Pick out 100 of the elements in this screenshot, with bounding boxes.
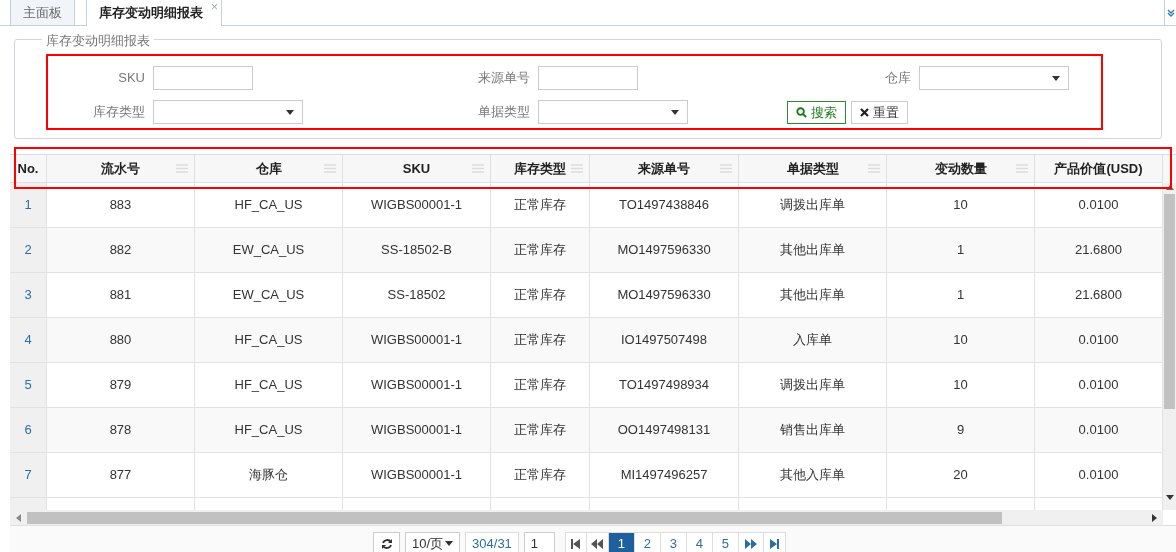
- page-button[interactable]: 2: [633, 533, 660, 552]
- refresh-icon: [380, 537, 393, 550]
- table-row[interactable]: 1 883 HF_CA_US WIGBS00001-1 正常库存 TO1497438846 调拨出库单 10 0.0100: [10, 183, 1163, 228]
- table-cell-text: 882: [109, 241, 132, 260]
- table-cell-text: 正常库存: [514, 376, 566, 395]
- field-label: 来源单号: [477, 69, 530, 88]
- table-cell-text: 881: [109, 286, 132, 305]
- table-cell-text: SS-18502-B: [381, 241, 452, 260]
- page-button[interactable]: 3: [659, 533, 686, 552]
- table-cell-text: 0.0100: [1078, 421, 1119, 440]
- table-row[interactable]: 3 881 EW_CA_US SS-18502 正常库存 MO1497596330 其他出库单 1 21.6800: [10, 273, 1163, 318]
- select-field[interactable]: [919, 66, 1069, 90]
- scroll-right-icon[interactable]: [1152, 513, 1157, 522]
- tab-scroll-button[interactable]: [1164, 0, 1176, 25]
- menu-icon[interactable]: [868, 164, 880, 173]
- reset-button[interactable]: 重置: [851, 101, 908, 124]
- row-number: 2: [24, 241, 32, 260]
- next-page-icon: [744, 538, 757, 549]
- last-page-icon: [769, 538, 779, 549]
- page-button[interactable]: 1: [607, 533, 634, 552]
- tab[interactable]: 库存变动明细报表 ×: [86, 0, 222, 26]
- scrollbar-thumb[interactable]: [1164, 194, 1175, 409]
- table-cell-text: 878: [109, 421, 132, 440]
- table-row[interactable]: 6 878 HF_CA_US WIGBS00001-1 正常库存 OO1497498131 销售出库单 9 0.0100: [10, 408, 1163, 453]
- table-cell-text: 1: [956, 241, 965, 260]
- field-label: 仓库: [884, 69, 911, 88]
- table-cell-text: 879: [109, 376, 132, 395]
- horizontal-scrollbar[interactable]: [10, 510, 1163, 525]
- scroll-left-icon[interactable]: [16, 513, 21, 522]
- table-row[interactable]: 2 882 EW_CA_US SS-18502-B 正常库存 MO1497596330 其他出库单 1 21.6800: [10, 228, 1163, 273]
- table-cell-text: 10: [953, 196, 968, 215]
- table-cell-text: 21.6800: [1075, 286, 1122, 305]
- field-label: 库存类型: [92, 103, 145, 122]
- table-row[interactable]: 5 879 HF_CA_US WIGBS00001-1 正常库存 TO1497498934 调拨出库单 10 0.0100: [10, 363, 1163, 408]
- vertical-scrollbar[interactable]: [1163, 183, 1176, 510]
- search-icon: [796, 107, 807, 118]
- scroll-up-icon[interactable]: [1165, 185, 1174, 190]
- page-button[interactable]: 4: [685, 533, 712, 552]
- table-cell-text: 10: [953, 331, 968, 350]
- scroll-down-icon[interactable]: [1165, 495, 1174, 500]
- input-field[interactable]: [153, 66, 253, 90]
- table-cell-text: 0.0100: [1078, 376, 1119, 395]
- table-cell-text: WIGBS00001-1: [370, 466, 462, 485]
- search-button[interactable]: 搜索: [787, 101, 846, 124]
- table-cell-text: MO1497596330: [617, 286, 711, 305]
- field-label: SKU: [117, 69, 145, 88]
- table-row[interactable]: 7 877 海豚仓 WIGBS00001-1 正常库存 MI1497496257 其他入库单 20 0.0100: [10, 453, 1163, 498]
- table-cell-text: HF_CA_US: [234, 376, 303, 395]
- menu-icon[interactable]: [720, 164, 732, 173]
- field-label: 单据类型: [477, 103, 530, 122]
- menu-icon[interactable]: [472, 164, 484, 173]
- table-cell-text: 1: [956, 286, 965, 305]
- select-field[interactable]: [538, 100, 688, 124]
- input-field[interactable]: [538, 66, 638, 90]
- table-cell-text: 880: [109, 331, 132, 350]
- table-cell-text: 其他出库单: [780, 286, 845, 305]
- table-cell-text: WIGBS00001-1: [370, 331, 462, 350]
- table-cell-text: MO1497596330: [617, 241, 711, 260]
- page-button[interactable]: 5: [711, 533, 738, 552]
- table-cell-text: 调拨出库单: [780, 376, 845, 395]
- table-cell-text: 20: [953, 466, 968, 485]
- row-number: 1: [24, 196, 32, 215]
- table-cell-text: HF_CA_US: [234, 331, 303, 350]
- first-page-icon: [571, 538, 581, 549]
- table-cell-text: EW_CA_US: [232, 286, 305, 305]
- table-row[interactable]: 4 880 HF_CA_US WIGBS00001-1 正常库存 IO1497507498 入库单 10 0.0100: [10, 318, 1163, 363]
- refresh-button[interactable]: [373, 532, 400, 552]
- table-cell-text: MI1497496257: [620, 466, 708, 485]
- row-number: 7: [24, 466, 32, 485]
- select-field[interactable]: [153, 100, 303, 124]
- table-cell-text: 销售出库单: [780, 421, 845, 440]
- scrollbar-thumb[interactable]: [27, 511, 1002, 524]
- table-cell-text: IO1497507498: [621, 331, 707, 350]
- table-cell-text: WIGBS00001-1: [370, 376, 462, 395]
- table-cell-text: 21.6800: [1075, 241, 1122, 260]
- row-number: 3: [24, 286, 32, 305]
- table-cell-text: 0.0100: [1078, 331, 1119, 350]
- table-cell-text: 正常库存: [514, 421, 566, 440]
- page-input[interactable]: 1: [523, 532, 555, 552]
- table-cell-text: HF_CA_US: [234, 421, 303, 440]
- table-cell-text: 其他入库单: [780, 466, 845, 485]
- table-cell-text: 入库单: [793, 331, 832, 350]
- table-cell-text: 877: [109, 466, 132, 485]
- row-number: 6: [24, 421, 32, 440]
- table-cell-text: HF_CA_US: [234, 196, 303, 215]
- table-cell-text: 其他出库单: [780, 241, 845, 260]
- menu-icon[interactable]: [176, 164, 188, 173]
- table-cell-text: OO1497498131: [617, 421, 711, 440]
- menu-icon[interactable]: [571, 164, 583, 173]
- table-cell-text: 正常库存: [514, 331, 566, 350]
- caret-icon: [445, 541, 454, 546]
- table-cell-text: 海豚仓: [249, 466, 288, 485]
- table-cell-text: 正常库存: [514, 466, 566, 485]
- row-number: 4: [24, 331, 32, 350]
- table-cell-text: WIGBS00001-1: [370, 421, 462, 440]
- prev-page-icon: [591, 538, 604, 549]
- tab[interactable]: 主面板: [10, 0, 75, 25]
- menu-icon[interactable]: [1016, 164, 1028, 173]
- page-size-select[interactable]: 10/页: [405, 532, 461, 552]
- menu-icon[interactable]: [324, 164, 336, 173]
